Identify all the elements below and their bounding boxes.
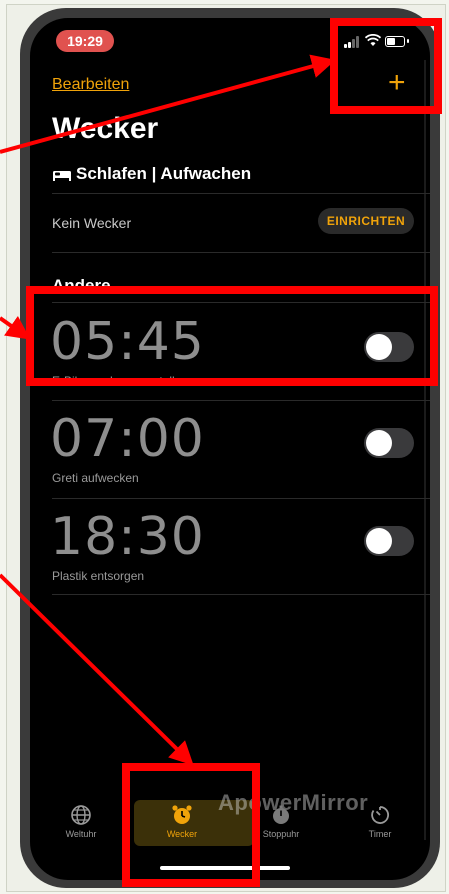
annotation-arrow [0, 315, 31, 340]
annotation-arrow [0, 573, 194, 766]
annotation-arrows [0, 54, 336, 766]
annotation-arrow [0, 54, 336, 154]
